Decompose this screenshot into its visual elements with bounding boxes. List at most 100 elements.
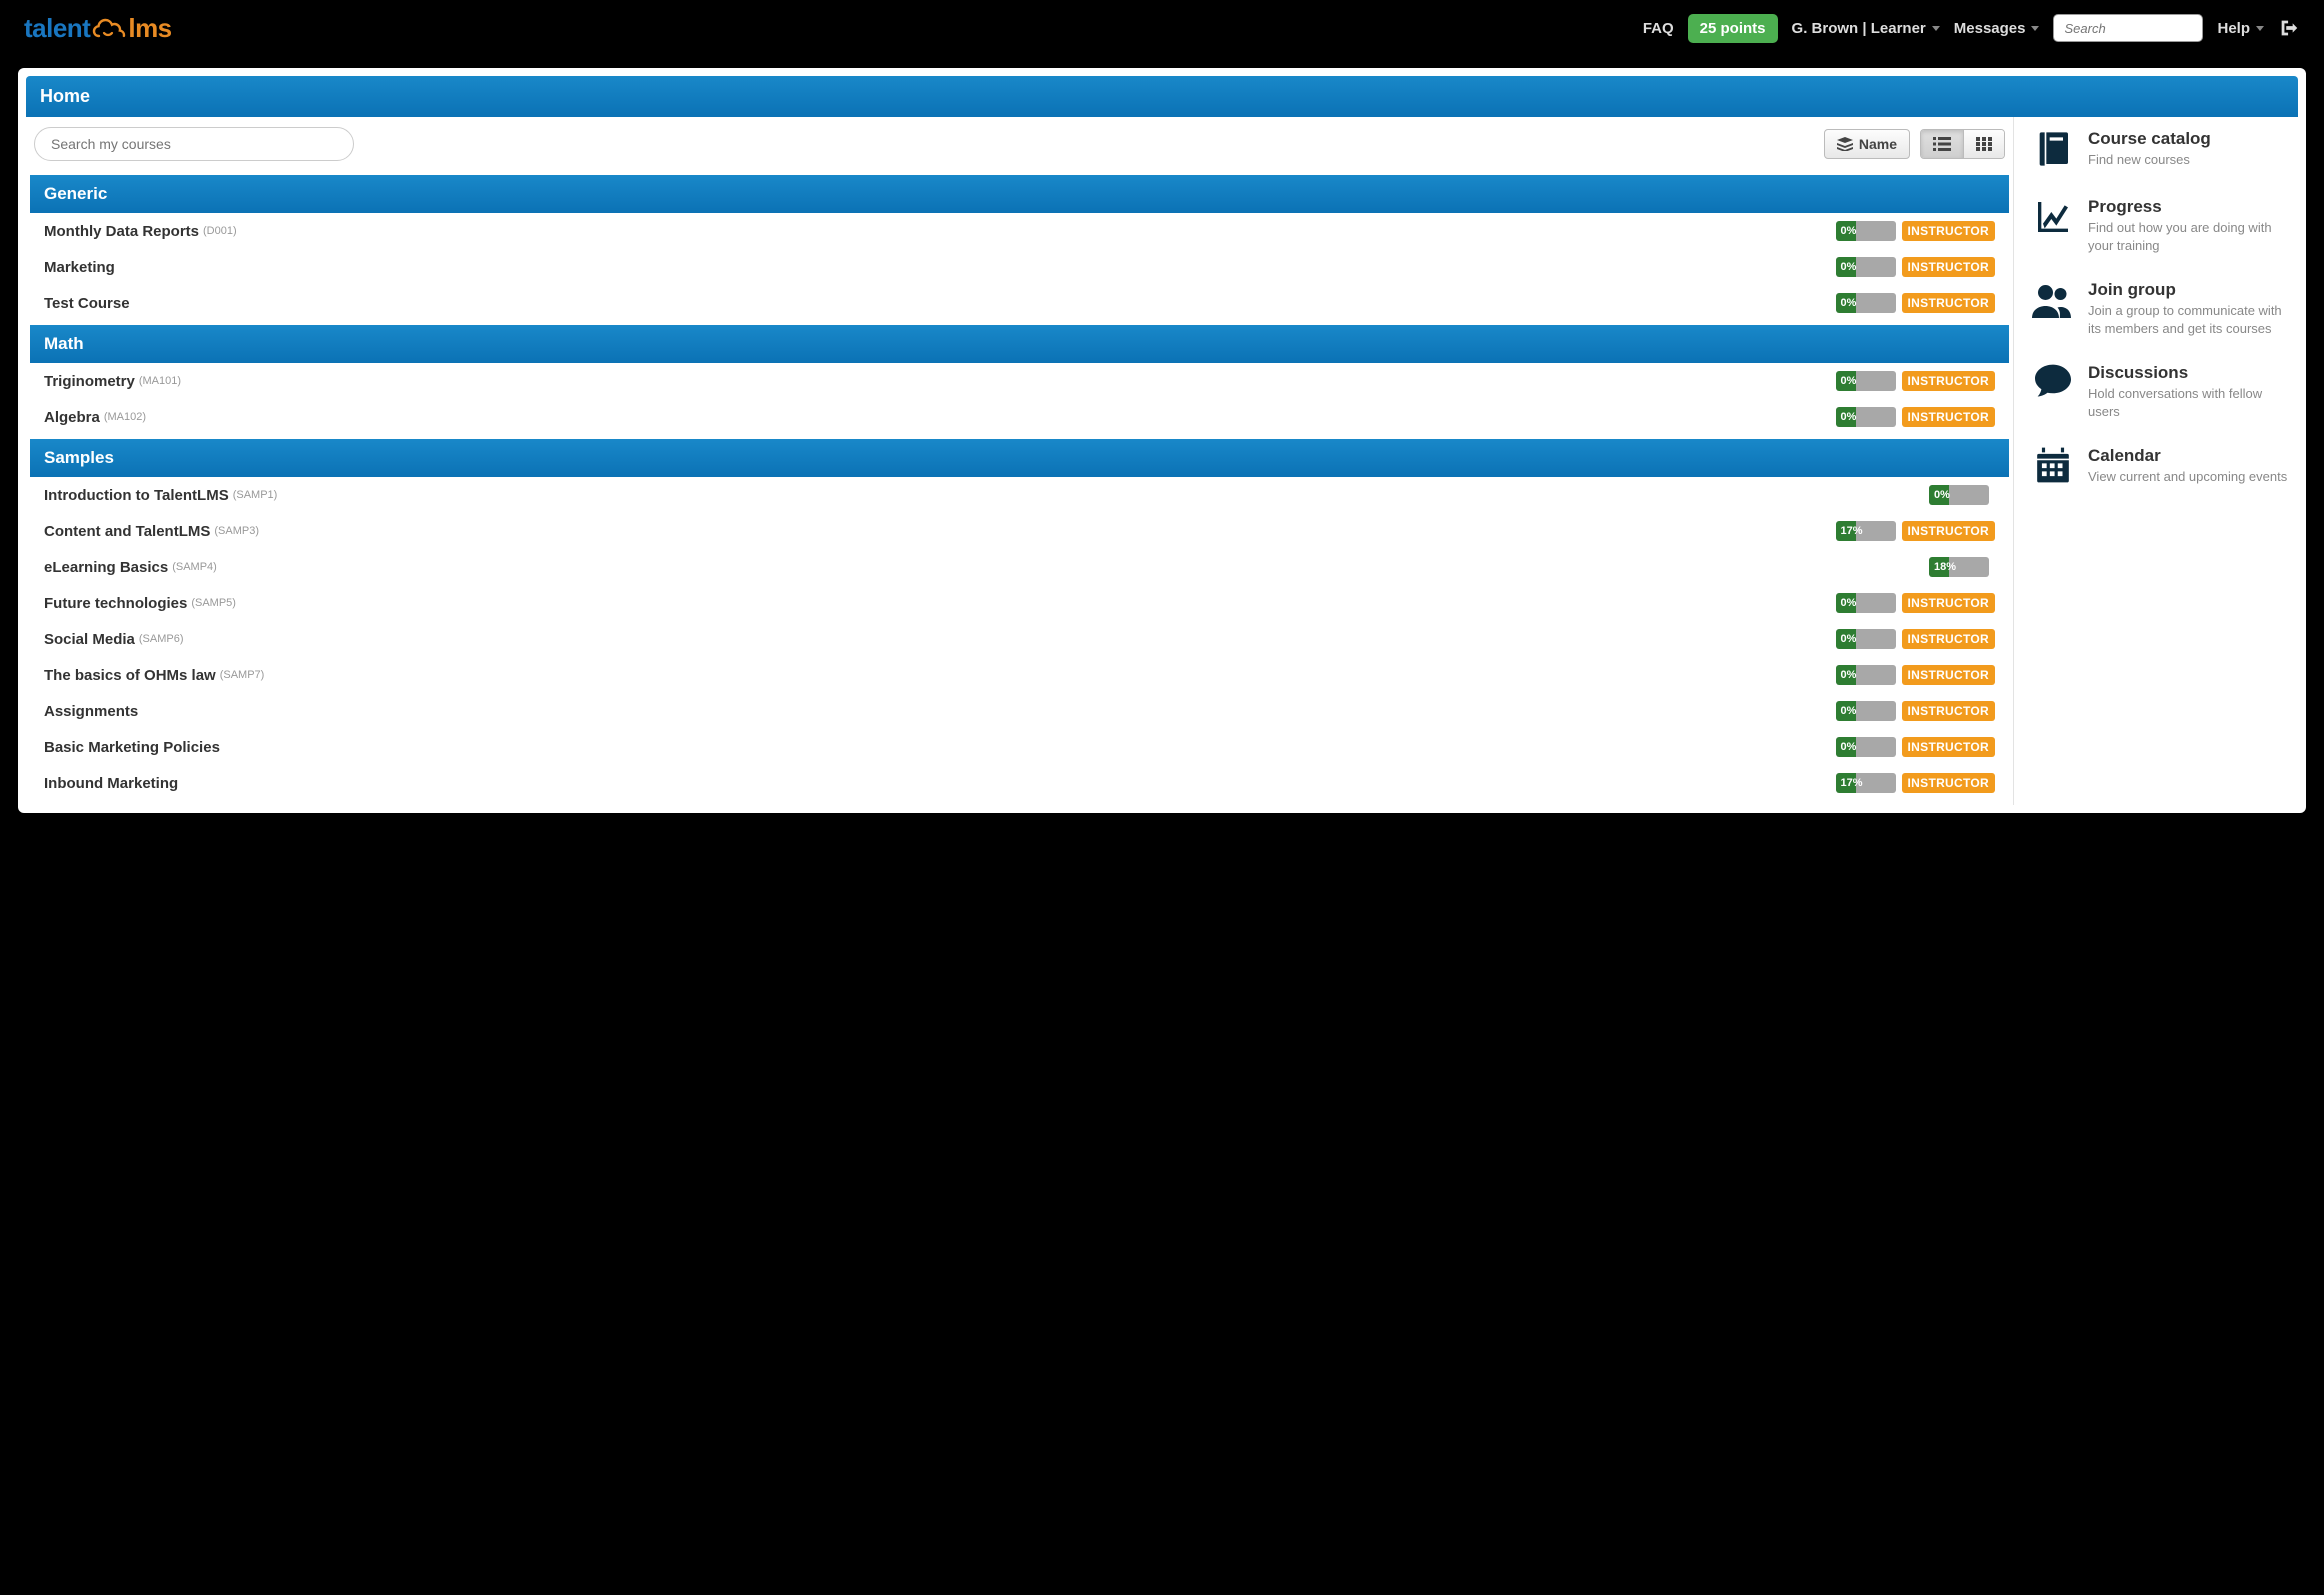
course-row: Test Course 0% INSTRUCTOR	[30, 285, 2009, 321]
course-search-input[interactable]	[34, 127, 354, 161]
sidebar-item-desc: Find new courses	[2088, 151, 2211, 169]
caret-down-icon	[1932, 26, 1940, 31]
progress-bar: 0%	[1836, 593, 1896, 613]
sidebar-item-desc: View current and upcoming events	[2088, 468, 2287, 486]
progress-label: 0%	[1836, 371, 1862, 391]
course-title[interactable]: Basic Marketing Policies	[44, 739, 220, 756]
progress-bar: 0%	[1836, 293, 1896, 313]
sidebar-item-title: Discussions	[2088, 363, 2290, 383]
course-title[interactable]: The basics of OHMs law	[44, 667, 216, 684]
instructor-badge: INSTRUCTOR	[1902, 773, 1995, 793]
grid-view-button[interactable]	[1963, 130, 2004, 158]
user-menu[interactable]: G. Brown | Learner	[1792, 20, 1940, 37]
caret-down-icon	[2031, 26, 2039, 31]
course-row: Content and TalentLMS (SAMP3)17%INSTRUCT…	[30, 513, 2009, 549]
sidebar-item-desc: Join a group to communicate with its mem…	[2088, 302, 2290, 337]
caret-down-icon	[2256, 26, 2264, 31]
list-view-button[interactable]	[1921, 130, 1963, 158]
main-column: Name	[26, 117, 2013, 805]
comment-icon	[2032, 363, 2074, 405]
course-row: Marketing 0% INSTRUCTOR	[30, 249, 2009, 285]
list-icon	[1933, 137, 1951, 151]
course-row: Introduction to TalentLMS (SAMP1)0%	[30, 477, 2009, 513]
course-row: Social Media (SAMP6) 0% INSTRUCTOR	[30, 621, 2009, 657]
points-badge[interactable]: 25 points	[1688, 14, 1778, 43]
instructor-badge: INSTRUCTOR	[1902, 629, 1995, 649]
cloud-icon	[92, 18, 126, 40]
course-row: The basics of OHMs law (SAMP7)0%INSTRUCT…	[30, 657, 2009, 693]
course-title[interactable]: Social Media	[44, 631, 135, 648]
course-title[interactable]: Inbound Marketing	[44, 775, 178, 792]
category-header[interactable]: Math	[30, 325, 2009, 363]
group-icon	[2032, 280, 2074, 322]
faq-link[interactable]: FAQ	[1643, 20, 1674, 37]
category-header[interactable]: Samples	[30, 439, 2009, 477]
sidebar-item-progress[interactable]: ProgressFind out how you are doing with …	[2032, 197, 2290, 254]
course-code: (D001)	[203, 225, 237, 237]
course-row: Triginometry (MA101)0%INSTRUCTOR	[30, 363, 2009, 399]
progress-label: 0%	[1836, 665, 1862, 685]
course-row: Algebra (MA102) 0% INSTRUCTOR	[30, 399, 2009, 435]
sidebar-item-join-group[interactable]: Join groupJoin a group to communicate wi…	[2032, 280, 2290, 337]
sidebar: Course catalog Find new courses ProgressFi…	[2013, 117, 2298, 805]
course-title[interactable]: eLearning Basics	[44, 559, 168, 576]
progress-label: 0%	[1836, 257, 1862, 277]
sidebar-item-calendar[interactable]: CalendarView current and upcoming events	[2032, 446, 2290, 488]
course-code: (SAMP6)	[139, 633, 184, 645]
instructor-badge: INSTRUCTOR	[1902, 407, 1995, 427]
help-label: Help	[2217, 20, 2250, 37]
sidebar-item-title: Progress	[2088, 197, 2290, 217]
instructor-badge: INSTRUCTOR	[1902, 701, 1995, 721]
course-title[interactable]: Introduction to TalentLMS	[44, 487, 229, 504]
book-icon	[2032, 129, 2074, 171]
logout-icon[interactable]	[2278, 17, 2300, 39]
course-title[interactable]: Content and TalentLMS	[44, 523, 210, 540]
brand-logo[interactable]: talent lms	[24, 13, 172, 44]
progress-bar: 0%	[1836, 221, 1896, 241]
course-row: Basic Marketing Policies0%INSTRUCTOR	[30, 729, 2009, 765]
sidebar-item-title: Join group	[2088, 280, 2290, 300]
course-row: Inbound Marketing 17% INSTRUCTOR	[30, 765, 2009, 801]
course-title[interactable]: Triginometry	[44, 373, 135, 390]
progress-bar: 0%	[1836, 629, 1896, 649]
progress-label: 0%	[1836, 221, 1862, 241]
course-code: (SAMP7)	[220, 669, 265, 681]
course-code: (SAMP1)	[233, 489, 278, 501]
course-title[interactable]: Marketing	[44, 259, 115, 276]
course-title[interactable]: Test Course	[44, 295, 130, 312]
page-title: Home	[26, 76, 2298, 117]
instructor-badge: INSTRUCTOR	[1902, 521, 1995, 541]
instructor-badge: INSTRUCTOR	[1902, 293, 1995, 313]
global-search-input[interactable]	[2053, 14, 2203, 42]
course-code: (MA102)	[104, 411, 146, 423]
layers-icon	[1837, 137, 1853, 151]
instructor-badge: INSTRUCTOR	[1902, 737, 1995, 757]
course-code: (MA101)	[139, 375, 181, 387]
sidebar-item-title: Course catalog	[2088, 129, 2211, 149]
progress-bar: 0%	[1836, 665, 1896, 685]
faq-label: FAQ	[1643, 20, 1674, 37]
messages-menu[interactable]: Messages	[1954, 20, 2040, 37]
course-row: eLearning Basics (SAMP4)18%	[30, 549, 2009, 585]
course-row: Future technologies (SAMP5)0%INSTRUCTOR	[30, 585, 2009, 621]
course-title[interactable]: Algebra	[44, 409, 100, 426]
sidebar-item-course-catalog[interactable]: Course catalog Find new courses	[2032, 129, 2290, 171]
sort-label: Name	[1859, 136, 1897, 152]
toolbar: Name	[30, 127, 2009, 171]
sidebar-item-discussions[interactable]: DiscussionsHold conversations with fello…	[2032, 363, 2290, 420]
category-header[interactable]: Generic	[30, 175, 2009, 213]
instructor-badge: INSTRUCTOR	[1902, 257, 1995, 277]
help-menu[interactable]: Help	[2217, 20, 2264, 37]
progress-label: 0%	[1836, 407, 1862, 427]
course-row: Monthly Data Reports (D001)0%INSTRUCTOR	[30, 213, 2009, 249]
grid-icon	[1976, 137, 1992, 151]
course-title[interactable]: Future technologies	[44, 595, 187, 612]
course-title[interactable]: Assignments	[44, 703, 138, 720]
sort-button[interactable]: Name	[1824, 129, 1910, 159]
course-title[interactable]: Monthly Data Reports	[44, 223, 199, 240]
progress-bar: 17%	[1836, 773, 1896, 793]
progress-label: 0%	[1836, 293, 1862, 313]
progress-bar: 0%	[1836, 701, 1896, 721]
instructor-badge: INSTRUCTOR	[1902, 593, 1995, 613]
progress-label: 0%	[1836, 593, 1862, 613]
